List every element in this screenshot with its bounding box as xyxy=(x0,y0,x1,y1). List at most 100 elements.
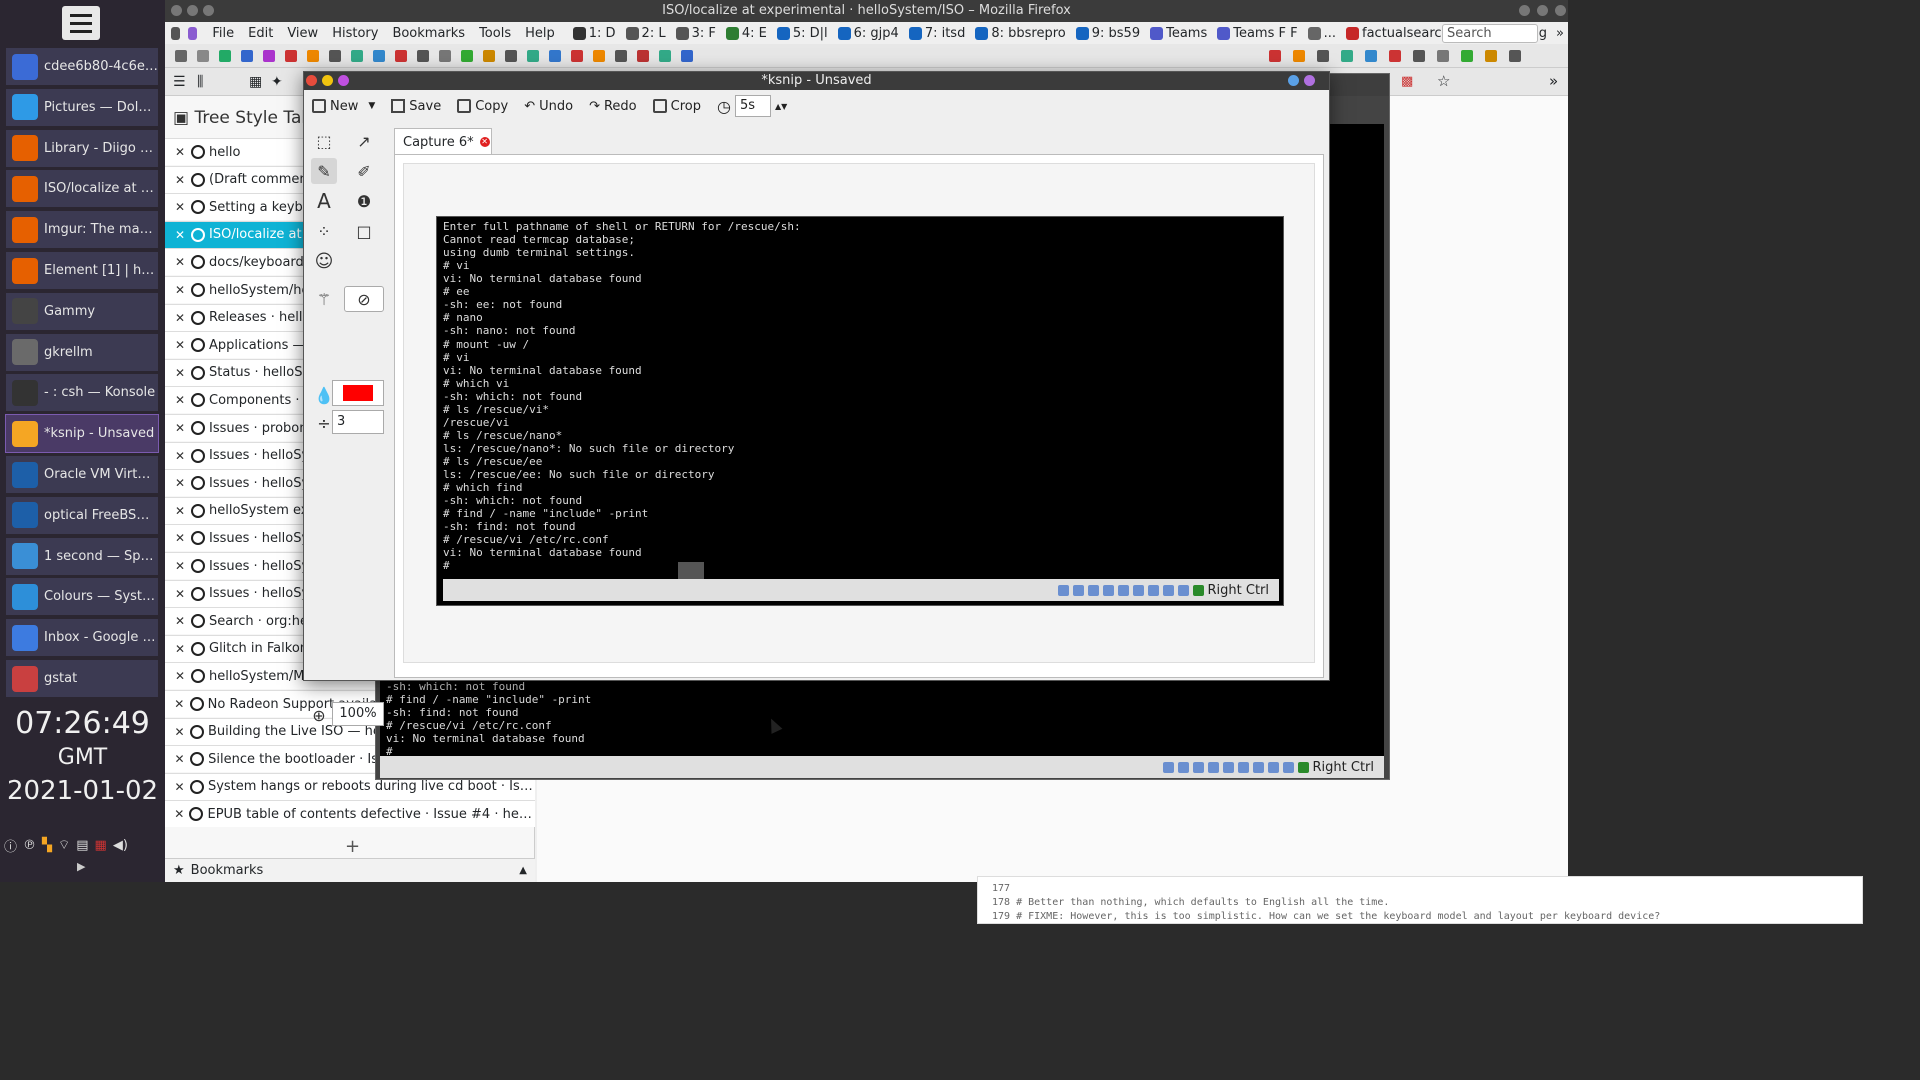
task-item[interactable]: ISO/localize at ex... xyxy=(6,170,158,208)
bookmark-item[interactable]: 4: E xyxy=(721,26,772,41)
task-item[interactable]: gstat xyxy=(6,660,158,697)
bookmark-item[interactable]: 8: bbsrepro xyxy=(970,26,1070,41)
new-capture-button[interactable]: New ▼ xyxy=(304,93,383,119)
save-button[interactable]: Save xyxy=(383,93,449,119)
extension-icon[interactable] xyxy=(615,50,627,62)
task-item[interactable]: *ksnip - Unsaved xyxy=(5,414,159,454)
window-maximize-icon[interactable] xyxy=(203,5,214,16)
window-close-icon[interactable] xyxy=(171,5,182,16)
window-minimize-icon[interactable] xyxy=(187,5,198,16)
extension-icon[interactable] xyxy=(1461,50,1473,62)
close-icon[interactable]: ✕ xyxy=(171,366,189,380)
extension-icon[interactable] xyxy=(571,50,583,62)
task-item[interactable]: gkrellm xyxy=(6,333,158,371)
close-icon[interactable]: ✕ xyxy=(171,587,189,601)
no-fill-icon[interactable]: ⊘ xyxy=(344,286,384,312)
close-icon[interactable]: ✕ xyxy=(171,145,189,159)
mouse-integration-icon[interactable] xyxy=(1297,761,1309,773)
extension-icon[interactable] xyxy=(417,50,429,62)
bookmark-item[interactable]: 9: bs59 xyxy=(1071,26,1145,41)
close-icon[interactable]: ✕ xyxy=(171,338,189,352)
menu-item[interactable]: Bookmarks xyxy=(385,26,472,41)
task-item[interactable]: Library - Diigo – ... xyxy=(6,129,158,167)
extension-icon[interactable] xyxy=(188,26,198,40)
tray-expand-icon[interactable]: ▶ xyxy=(77,860,85,873)
task-item[interactable]: Pictures — Dolphin xyxy=(6,88,158,126)
bookmark-item[interactable]: Teams xyxy=(1145,26,1212,41)
menu-item[interactable]: Help xyxy=(518,26,562,41)
puzzle-icon[interactable]: ✦ xyxy=(271,74,283,90)
extension-icon[interactable] xyxy=(527,50,539,62)
disk-icon[interactable] xyxy=(1162,761,1174,773)
audio-icon[interactable] xyxy=(1192,761,1204,773)
select-tool-icon[interactable]: ⬚ xyxy=(311,128,337,154)
extension-icon[interactable] xyxy=(505,50,517,62)
uk-flag-icon[interactable]: ▦ xyxy=(95,838,107,853)
bookmark-item[interactable]: 6: gjp4 xyxy=(833,26,904,41)
close-icon[interactable]: ✕ xyxy=(171,283,189,297)
ksnip-icon[interactable]: ▚ xyxy=(42,838,52,853)
bookmark-item[interactable]: 1: D xyxy=(568,26,621,41)
close-icon[interactable]: ✕ xyxy=(171,559,189,573)
close-icon[interactable]: ✕ xyxy=(171,725,188,739)
wifi-icon[interactable]: ⌔ xyxy=(58,837,70,853)
extension-icon[interactable] xyxy=(593,50,605,62)
task-item[interactable]: Imgur: The magi... xyxy=(6,211,158,249)
extension-icon[interactable] xyxy=(307,50,319,62)
extension-icon[interactable] xyxy=(285,50,297,62)
extension-icon[interactable] xyxy=(483,50,495,62)
window-maximize-icon[interactable] xyxy=(1537,5,1548,16)
window-shade-icon[interactable] xyxy=(1304,75,1315,86)
menu-item[interactable]: History xyxy=(325,26,385,41)
close-tab-icon[interactable]: ✕ xyxy=(479,137,490,147)
close-icon[interactable]: ✕ xyxy=(171,311,189,325)
color-swatch[interactable] xyxy=(332,380,384,406)
grid-icon[interactable]: ▦ xyxy=(249,74,262,90)
search-input[interactable]: Search xyxy=(1442,24,1538,43)
close-icon[interactable]: ✕ xyxy=(171,807,187,821)
arrow-tool-icon[interactable]: ↗ xyxy=(351,128,377,154)
bookmarks-sidebar-switcher[interactable]: ★ Bookmarks ▲ xyxy=(165,858,535,882)
redo-button[interactable]: ↷ Redo xyxy=(581,93,645,119)
close-icon[interactable]: ✕ xyxy=(171,449,189,463)
extension-icon[interactable] xyxy=(1485,50,1497,62)
task-item[interactable]: optical FreeBSD (... xyxy=(6,496,158,534)
pen-tool-icon[interactable]: ✎ xyxy=(311,158,337,184)
blur-tool-icon[interactable]: ⁘ xyxy=(311,218,337,244)
window-close-icon[interactable] xyxy=(306,75,317,86)
close-icon[interactable]: ✕ xyxy=(171,752,188,766)
close-icon[interactable]: ✕ xyxy=(171,255,189,269)
extension-icon[interactable] xyxy=(395,50,407,62)
sticker-tool-icon[interactable]: ☺ xyxy=(311,248,337,274)
task-item[interactable]: Inbox - Google - ... xyxy=(6,619,158,657)
library-icon[interactable]: ⫼ xyxy=(197,74,203,90)
application-menu-button[interactable] xyxy=(62,6,100,40)
extension-icon[interactable] xyxy=(1509,50,1521,62)
close-icon[interactable]: ✕ xyxy=(171,393,189,407)
close-icon[interactable]: ✕ xyxy=(171,614,189,628)
bookmark-item[interactable]: 7: itsd xyxy=(904,26,971,41)
rectangle-tool-icon[interactable]: □ xyxy=(351,218,377,244)
screenshot-image[interactable]: # exit 0Enter full pathname of shell or … xyxy=(403,163,1315,734)
crop-button[interactable]: Crop xyxy=(645,93,709,119)
chevron-up-icon[interactable]: ▲ xyxy=(519,865,527,876)
close-icon[interactable]: ✕ xyxy=(171,200,189,214)
delay-spinbox[interactable]: 5s xyxy=(734,95,771,117)
new-tab-button[interactable]: + xyxy=(345,836,360,857)
extension-icon[interactable] xyxy=(263,50,275,62)
close-icon[interactable]: ✕ xyxy=(171,173,189,187)
copy-button[interactable]: Copy xyxy=(449,93,516,119)
extension-icon[interactable] xyxy=(1437,50,1449,62)
extension-icon[interactable] xyxy=(1389,50,1401,62)
number-tool-icon[interactable]: ❶ xyxy=(351,188,377,214)
extension-icon[interactable] xyxy=(1293,50,1305,62)
extension-icon[interactable] xyxy=(1269,50,1281,62)
spin-arrows-icon[interactable]: ▲▼ xyxy=(775,102,787,111)
close-icon[interactable]: ✕ xyxy=(171,228,189,242)
extension-icon[interactable] xyxy=(1413,50,1425,62)
network-icon[interactable] xyxy=(1207,761,1219,773)
task-item[interactable]: Element [1] | hell... xyxy=(6,252,158,289)
pinboard-icon[interactable]: ℗ xyxy=(23,838,36,853)
flag-icon[interactable]: ▩ xyxy=(1401,74,1413,89)
extension-icon[interactable] xyxy=(1365,50,1377,62)
